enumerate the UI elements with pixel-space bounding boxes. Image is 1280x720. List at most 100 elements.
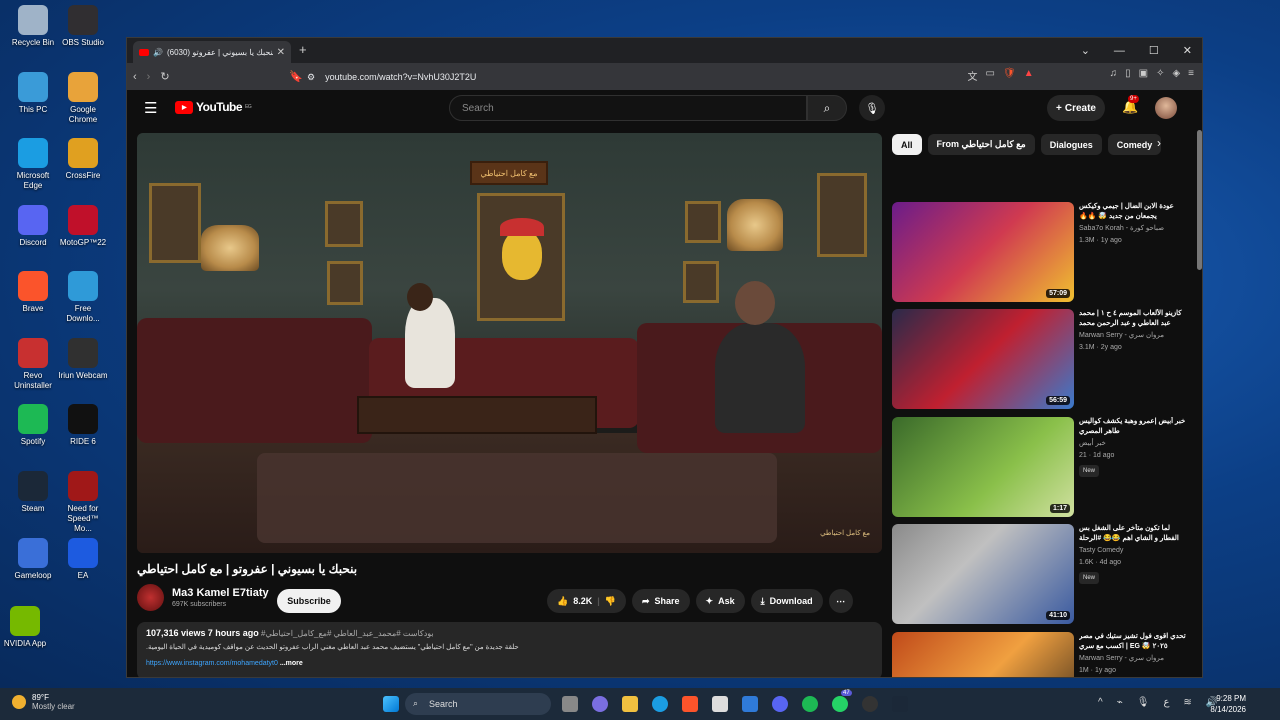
more-link[interactable]: ...more	[280, 660, 303, 667]
rec-channel[interactable]: Marwan Serry - مروان سري	[1079, 654, 1189, 664]
subscribe-button[interactable]: Subscribe	[277, 589, 341, 613]
rec-title[interactable]: خبر أبيض |عمرو وهبة يكشف كواليس طاهر الم…	[1079, 417, 1189, 437]
browser-menu-icon[interactable]: ≡	[1188, 68, 1194, 83]
rewards-icon[interactable]: ▲	[1024, 68, 1034, 83]
rec-channel[interactable]: خبر أبيض	[1079, 439, 1189, 449]
music-icon[interactable]: ♫	[1110, 68, 1118, 83]
desktop-icon-nfs[interactable]: Need for Speed™ Mo...	[58, 471, 108, 534]
vpn-icon[interactable]: ◈	[1172, 68, 1180, 83]
chip-all[interactable]: All	[892, 134, 922, 155]
brave-taskbar-icon[interactable]	[682, 696, 698, 712]
reload-icon[interactable]: ↻	[160, 70, 169, 83]
desktop-icon-motogp[interactable]: MotoGP™22	[58, 205, 108, 248]
new-tab-icon[interactable]: +	[299, 42, 307, 57]
leo-ai-icon[interactable]: ✧	[1156, 68, 1164, 83]
desktop-icon-webcam[interactable]: Iriun Webcam	[58, 338, 108, 381]
maximize-icon[interactable]: ☐	[1149, 44, 1159, 57]
desktop-icon-discord[interactable]: Discord	[8, 205, 58, 248]
rec-channel[interactable]: Tasty Comedy	[1079, 546, 1189, 556]
network-icon[interactable]: ⌁	[1117, 697, 1123, 708]
rec-channel[interactable]: Marwan Serry - مروان سري	[1079, 331, 1189, 341]
windows-start-icon[interactable]	[383, 696, 399, 712]
chevron-down-icon[interactable]: ⌄	[1081, 44, 1090, 57]
brave-shield-icon[interactable]: 🛡	[1003, 68, 1016, 83]
desktop-icon-ea[interactable]: EA	[58, 538, 108, 581]
youtube-logo[interactable]: ▶ YouTube EG	[175, 100, 252, 114]
thumbs-down-icon[interactable]: 👎	[605, 596, 616, 607]
chevron-right-icon[interactable]: ›	[1157, 136, 1161, 150]
desktop-icon-recycle-bin[interactable]: Recycle Bin	[8, 5, 58, 48]
search-input[interactable]: Search	[449, 95, 807, 121]
desktop-icon-ride[interactable]: RIDE 6	[58, 404, 108, 447]
steam-taskbar-icon[interactable]	[892, 696, 908, 712]
desktop-icon-gameloop[interactable]: Gameloop	[8, 538, 58, 581]
close-tab-icon[interactable]: ✕	[277, 47, 285, 58]
create-button[interactable]: + Create	[1047, 95, 1105, 121]
speaker-icon[interactable]: 🔊	[153, 48, 163, 57]
rec-title[interactable]: لما تكون متأخر على الشغل بس الفطار و الش…	[1079, 524, 1189, 544]
desktop-icon-steam[interactable]: Steam	[8, 471, 58, 514]
chip-dialogues[interactable]: Dialogues	[1040, 134, 1102, 155]
back-icon[interactable]: ‹	[133, 71, 137, 83]
scrollbar[interactable]	[1197, 130, 1202, 270]
translate-icon[interactable]: 文	[968, 68, 978, 83]
search-button[interactable]: ⌕	[807, 95, 847, 121]
desktop-icon-chrome[interactable]: Google Chrome	[58, 72, 108, 125]
microphone-tray-icon[interactable]: 🎙	[1137, 697, 1150, 708]
desktop-icon-crossfire[interactable]: CrossFire	[58, 138, 108, 181]
browser-tab[interactable]: 🔊 (6030) بنحبك يا بسيوني | عفروتو... ✕	[133, 41, 291, 63]
share-button[interactable]: ➦ Share	[631, 589, 690, 613]
sidebar-icon[interactable]: ▯	[1125, 68, 1131, 83]
language-icon[interactable]: ع	[1163, 697, 1169, 708]
recommendation-item[interactable]: 56:59 كازينو الألعاب الموسم ٤ ح ١ | محمد …	[892, 309, 1192, 409]
video-thumbnail[interactable]: 41:10	[892, 524, 1074, 624]
voice-search-button[interactable]: 🎙	[859, 95, 885, 121]
desktop-icon-computer[interactable]: This PC	[8, 72, 58, 115]
hamburger-menu-icon[interactable]: ☰	[144, 99, 157, 117]
video-thumbnail[interactable]: 56:59	[892, 309, 1074, 409]
ask-button[interactable]: ✦ Ask	[695, 589, 745, 613]
chip-from-channel[interactable]: From مع كامل احتياطي	[927, 134, 1035, 155]
desktop-icon-edge[interactable]: Microsoft Edge	[8, 138, 58, 191]
spotify-taskbar-icon[interactable]	[802, 696, 818, 712]
description-box[interactable]: 107,316 views 7 hours ago #بودكاست #محمد…	[137, 622, 882, 677]
wallet-icon[interactable]: ▣	[1139, 68, 1148, 83]
cast-icon[interactable]: ▭	[986, 68, 995, 83]
weather-widget[interactable]: 89°F Mostly clear	[12, 693, 75, 711]
discord-taskbar-icon[interactable]	[772, 696, 788, 712]
rec-title[interactable]: عودة الابن الضال | جيمي وكيكس يجمعان من …	[1079, 202, 1189, 222]
chevron-up-icon[interactable]: ^	[1098, 697, 1103, 708]
avatar[interactable]	[1155, 97, 1177, 119]
video-player[interactable]: مع كامل احتياطي مع كامل احتياطي	[137, 133, 882, 553]
taskbar-search[interactable]: ⌕ Search	[405, 693, 551, 715]
obs-taskbar-icon[interactable]	[862, 696, 878, 712]
task-view-icon[interactable]	[562, 696, 578, 712]
video-thumbnail[interactable]: 1:17	[892, 417, 1074, 517]
video-thumbnail[interactable]: 57:09	[892, 202, 1074, 302]
edge-taskbar-icon[interactable]	[652, 696, 668, 712]
chip-comedy[interactable]: Comedy	[1107, 134, 1162, 155]
minimize-icon[interactable]: —	[1114, 45, 1125, 57]
desktop-icon-download[interactable]: Free Downlo...	[58, 271, 108, 324]
recommendation-item[interactable]: 1:17 خبر أبيض |عمرو وهبة يكشف كواليس طاهر…	[892, 417, 1192, 517]
recommendation-item[interactable]: 57:09 عودة الابن الضال | جيمي وكيكس يجمعا…	[892, 202, 1192, 302]
desktop-icon-nvidia[interactable]: NVIDIA App	[0, 606, 50, 649]
mail-icon[interactable]	[742, 696, 758, 712]
desktop-icon-brave[interactable]: Brave	[8, 271, 58, 314]
recommendation-item[interactable]: تحدي اقوى فول تشيز ستيك في مصر ٢٠٢٥ 🤯 EG…	[892, 632, 1192, 677]
desktop-icon-spotify[interactable]: Spotify	[8, 404, 58, 447]
download-button[interactable]: ⤓ Download	[750, 589, 823, 613]
whatsapp-icon[interactable]: 47	[832, 690, 852, 712]
url-field[interactable]: youtube.com/watch?v=NvhU30J2T2U	[325, 72, 476, 82]
rec-title[interactable]: كازينو الألعاب الموسم ٤ ح ١ | محمد عبد ا…	[1079, 309, 1189, 329]
notifications-button[interactable]: 🔔 9+	[1122, 95, 1139, 115]
clock[interactable]: 9:28 PM 8/14/2026	[1198, 693, 1246, 715]
wifi-icon[interactable]: ≋	[1183, 697, 1191, 708]
recommendation-item[interactable]: 41:10 لما تكون متأخر على الشغل بس الفطار …	[892, 524, 1192, 624]
bookmark-icon[interactable]: 🔖	[289, 70, 303, 83]
site-info-icon[interactable]: ⚙	[307, 72, 315, 83]
file-explorer-icon[interactable]	[622, 696, 638, 712]
hashtags[interactable]: #بودكاست #محمد_عبد_العاطي #مع_كامل_احتيا…	[261, 629, 434, 638]
channel-name[interactable]: Ma3 Kamel E7tiaty	[172, 587, 269, 599]
like-button[interactable]: 👍 8.2K | 👎	[547, 589, 626, 613]
